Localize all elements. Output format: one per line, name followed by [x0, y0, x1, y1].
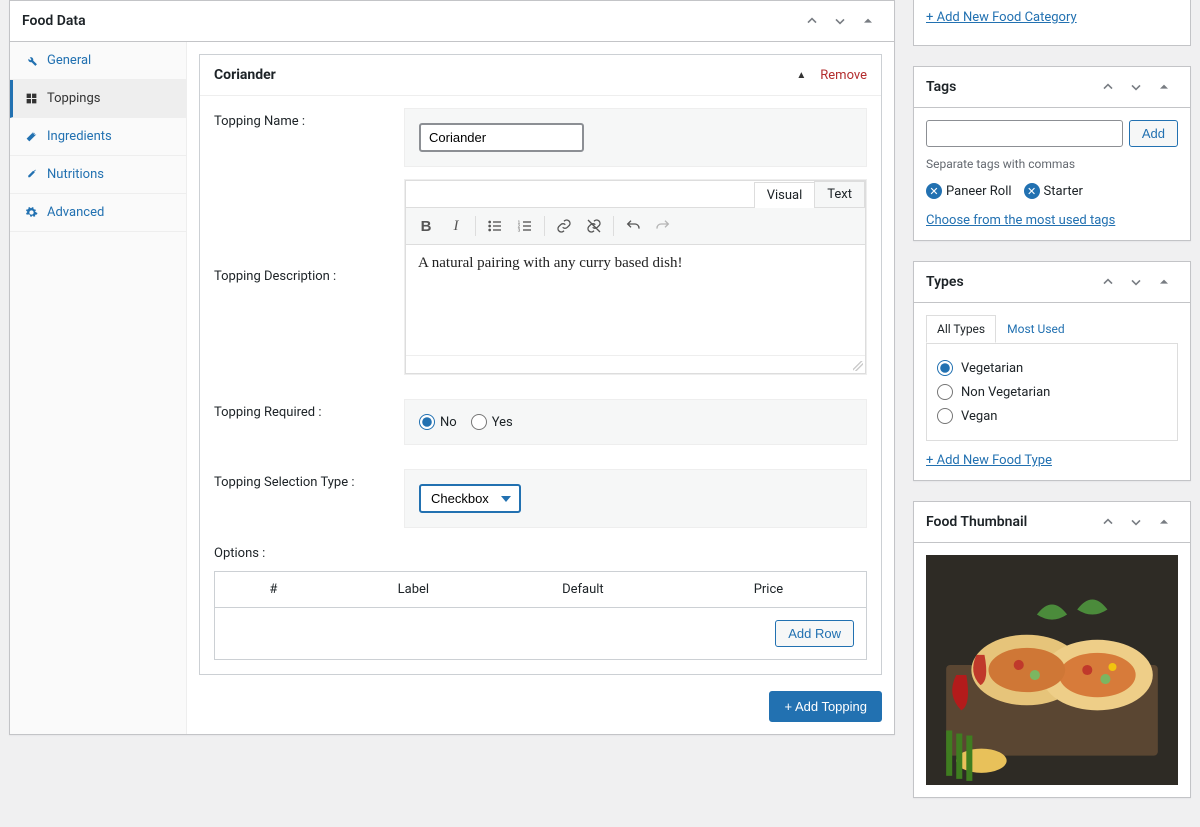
- add-row-button[interactable]: Add Row: [775, 620, 854, 647]
- order-down-button[interactable]: [1122, 270, 1150, 294]
- vertical-tabs: General Toppings Ingredients Nutritions …: [10, 42, 187, 734]
- order-down-button[interactable]: [826, 9, 854, 33]
- tags-input[interactable]: [926, 120, 1123, 147]
- carrot-icon: [24, 130, 38, 143]
- order-up-button[interactable]: [1094, 270, 1122, 294]
- editor-tab-text[interactable]: Text: [814, 181, 865, 207]
- tab-general[interactable]: General: [10, 42, 186, 80]
- types-box: Types All Types Most Used Vegetarian Non…: [913, 261, 1191, 481]
- choose-tags-link[interactable]: Choose from the most used tags: [926, 213, 1115, 228]
- selection-type-select[interactable]: Checkbox: [419, 484, 521, 513]
- type-vegan[interactable]: Vegan: [937, 404, 1167, 428]
- food-data-box: Food Data General Toppings Ingredients N…: [9, 0, 895, 735]
- type-vegetarian[interactable]: Vegetarian: [937, 356, 1167, 380]
- bullet-list-icon[interactable]: [481, 212, 509, 240]
- add-food-type-link[interactable]: + Add New Food Type: [926, 453, 1052, 468]
- eyedropper-icon: [24, 168, 38, 181]
- remove-topping-link[interactable]: Remove: [820, 68, 867, 83]
- food-data-title: Food Data: [22, 13, 86, 29]
- required-no-radio[interactable]: No: [419, 414, 457, 430]
- editor-tab-visual[interactable]: Visual: [754, 182, 816, 208]
- order-down-button[interactable]: [1122, 75, 1150, 99]
- gear-icon: [24, 206, 38, 219]
- type-non-vegetarian[interactable]: Non Vegetarian: [937, 380, 1167, 404]
- tags-title: Tags: [926, 79, 956, 95]
- types-tab-all[interactable]: All Types: [926, 315, 996, 343]
- topping-name-input[interactable]: [419, 123, 584, 152]
- add-food-category-link[interactable]: + Add New Food Category: [926, 10, 1077, 25]
- wrench-icon: [24, 54, 38, 67]
- thumbnail-box: Food Thumbnail: [913, 501, 1191, 798]
- add-tag-button[interactable]: Add: [1129, 120, 1178, 147]
- tab-toppings[interactable]: Toppings: [10, 80, 186, 118]
- tag-chip: ✕Paneer Roll: [926, 183, 1012, 199]
- selection-type-label: Topping Selection Type :: [214, 469, 404, 490]
- number-list-icon[interactable]: 123: [511, 212, 539, 240]
- undo-icon[interactable]: [619, 212, 647, 240]
- topping-name-label: Topping Name :: [214, 108, 404, 129]
- topping-title: Coriander: [214, 67, 276, 83]
- remove-tag-icon[interactable]: ✕: [926, 183, 942, 199]
- order-down-button[interactable]: [1122, 510, 1150, 534]
- italic-icon[interactable]: I: [442, 212, 470, 240]
- options-label: Options :: [214, 540, 867, 571]
- collapse-icon[interactable]: ▲: [796, 70, 806, 81]
- unlink-icon[interactable]: [580, 212, 608, 240]
- thumbnail-title: Food Thumbnail: [926, 514, 1027, 530]
- toggle-button[interactable]: [1150, 270, 1178, 294]
- food-data-header: Food Data: [10, 1, 894, 42]
- grid-icon: [24, 92, 38, 105]
- topping-coriander-box: Coriander ▲ Remove Topping Name :: [199, 54, 882, 675]
- food-thumbnail-image[interactable]: [926, 555, 1178, 785]
- tags-box: Tags Add Separate tags with commas ✕Pane…: [913, 66, 1191, 241]
- required-yes-radio[interactable]: Yes: [471, 414, 513, 430]
- description-editor: Visual Text B I 123: [405, 180, 866, 374]
- svg-text:3: 3: [518, 227, 521, 232]
- options-table: # Label Default Price Add Row: [214, 571, 867, 660]
- toggle-button[interactable]: [1150, 75, 1178, 99]
- toggle-button[interactable]: [854, 9, 882, 33]
- add-topping-button[interactable]: + Add Topping: [769, 691, 882, 722]
- editor-resize-handle[interactable]: [406, 355, 865, 373]
- topping-required-label: Topping Required :: [214, 399, 404, 420]
- order-up-button[interactable]: [1094, 75, 1122, 99]
- topping-desc-label: Topping Description :: [214, 179, 404, 284]
- description-textarea[interactable]: A natural pairing with any curry based d…: [406, 245, 865, 355]
- tag-chip: ✕Starter: [1024, 183, 1083, 199]
- redo-icon[interactable]: [649, 212, 677, 240]
- bold-icon[interactable]: B: [412, 212, 440, 240]
- tags-help: Separate tags with commas: [926, 157, 1178, 171]
- order-up-button[interactable]: [1094, 510, 1122, 534]
- types-tab-most[interactable]: Most Used: [996, 315, 1076, 343]
- order-up-button[interactable]: [798, 9, 826, 33]
- remove-tag-icon[interactable]: ✕: [1024, 183, 1040, 199]
- tab-nutritions[interactable]: Nutritions: [10, 156, 186, 194]
- tab-ingredients[interactable]: Ingredients: [10, 118, 186, 156]
- link-icon[interactable]: [550, 212, 578, 240]
- types-title: Types: [926, 274, 964, 290]
- toggle-button[interactable]: [1150, 510, 1178, 534]
- tab-advanced[interactable]: Advanced: [10, 194, 186, 232]
